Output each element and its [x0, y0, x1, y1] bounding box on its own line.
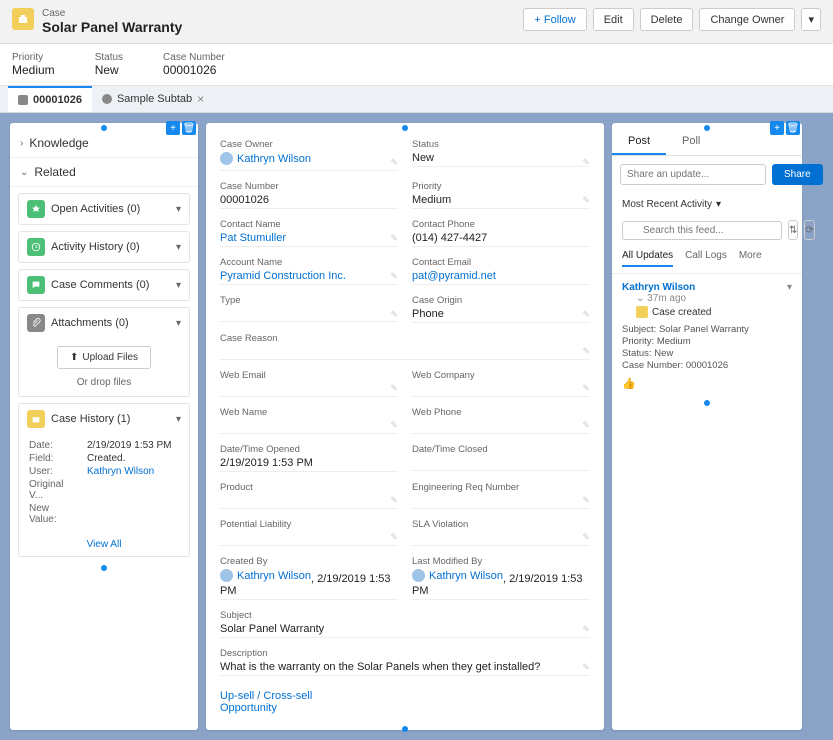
chevron-right-icon: › — [20, 138, 23, 149]
edit-icon[interactable]: ✎ — [582, 495, 590, 506]
left-column: + 🗑 › Knowledge ⌄ Related Open Activitie… — [10, 123, 198, 730]
edit-icon[interactable]: ✎ — [582, 346, 590, 357]
panel-add-button[interactable]: + — [770, 121, 784, 135]
highlights-panel: Priority Medium Status New Case Number 0… — [0, 44, 833, 86]
edit-icon[interactable]: ✎ — [390, 157, 398, 168]
attachment-icon — [27, 314, 45, 332]
view-all-link[interactable]: View All — [19, 533, 189, 556]
activity-icon — [27, 200, 45, 218]
header-actions: + Follow Edit Delete Change Owner ▾ — [523, 8, 821, 31]
feed-column: + 🗑 Post Poll Share Most Recent Activity… — [612, 123, 802, 730]
more-tab[interactable]: More — [739, 250, 762, 267]
feed-item: ▾ Kathryn Wilson ⌄ 37m ago Case created … — [612, 274, 802, 398]
all-updates-tab[interactable]: All Updates — [622, 250, 673, 267]
delete-button[interactable]: Delete — [640, 8, 694, 31]
case-icon — [636, 306, 648, 318]
case-number-label: Case Number — [163, 52, 225, 63]
case-tab-icon — [18, 95, 28, 105]
edit-icon[interactable]: ✎ — [582, 532, 590, 543]
edit-icon[interactable]: ✎ — [582, 157, 590, 168]
opportunity-link[interactable]: Opportunity — [220, 702, 590, 714]
comment-icon — [27, 276, 45, 294]
page-title: Solar Panel Warranty — [42, 19, 182, 35]
chevron-down-icon: ⌄ — [20, 167, 28, 178]
edit-icon[interactable]: ✎ — [582, 624, 590, 635]
status-label: Status — [95, 52, 123, 63]
upsell-link[interactable]: Up-sell / Cross-sell — [220, 690, 590, 702]
follow-button[interactable]: + Follow — [523, 8, 586, 31]
more-actions-button[interactable]: ▾ — [801, 8, 821, 31]
workspace-tabs: 00001026 Sample Subtab × — [0, 86, 833, 113]
contact-link[interactable]: Pat Stumuller — [220, 230, 398, 247]
object-label: Case — [42, 8, 182, 19]
edit-icon[interactable]: ✎ — [390, 420, 398, 431]
panel-delete-button[interactable]: 🗑 — [182, 121, 196, 135]
detail-column: Case OwnerKathryn Wilson✎ StatusNew✎ Cas… — [206, 123, 604, 730]
drop-files-text: Or drop files — [27, 377, 181, 388]
avatar — [220, 569, 233, 582]
history-icon — [27, 238, 45, 256]
attachments-card: Attachments (0) ▾ ⬆ Upload Files Or drop… — [18, 307, 190, 397]
edit-button[interactable]: Edit — [593, 8, 634, 31]
card-menu-button[interactable]: ▾ — [176, 318, 181, 329]
panel-delete-button[interactable]: 🗑 — [786, 121, 800, 135]
card-menu-button[interactable]: ▾ — [176, 242, 181, 253]
edit-icon[interactable]: ✎ — [390, 309, 398, 320]
card-menu-button[interactable]: ▾ — [176, 414, 181, 425]
edit-icon[interactable]: ✎ — [390, 233, 398, 244]
feed-refresh-button[interactable]: ⟳ — [804, 220, 814, 240]
open-activities-card: Open Activities (0) ▾ — [18, 193, 190, 225]
record-header: Case Solar Panel Warranty + Follow Edit … — [0, 0, 833, 44]
case-history-card: Case History (1) ▾ Date:2/19/2019 1:53 P… — [18, 403, 190, 557]
case-icon — [12, 8, 34, 30]
status-value: New — [95, 63, 123, 77]
share-input[interactable] — [620, 164, 766, 185]
poll-tab[interactable]: Poll — [666, 129, 716, 155]
chevron-down-icon: ▾ — [716, 199, 721, 210]
created-by-link[interactable]: Kathryn Wilson — [237, 570, 311, 582]
feed-sort-button[interactable]: ⇅ — [788, 220, 798, 240]
edit-icon[interactable]: ✎ — [582, 383, 590, 394]
owner-link[interactable]: Kathryn Wilson — [237, 153, 311, 165]
history-user-link[interactable]: Kathryn Wilson — [87, 466, 154, 477]
tab-subtab[interactable]: Sample Subtab × — [92, 86, 214, 112]
edit-icon[interactable]: ✎ — [582, 309, 590, 320]
case-number-value: 00001026 — [163, 63, 225, 77]
edit-icon[interactable]: ✎ — [390, 532, 398, 543]
edit-icon[interactable]: ✎ — [582, 195, 590, 206]
feed-search-input[interactable] — [622, 221, 782, 240]
edit-icon[interactable]: ✎ — [582, 662, 590, 673]
like-button[interactable]: 👍 — [622, 377, 792, 390]
tab-primary[interactable]: 00001026 — [8, 86, 92, 112]
email-link[interactable]: pat@pyramid.net — [412, 268, 590, 285]
close-tab-icon[interactable]: × — [197, 92, 204, 106]
upload-icon: ⬆ — [70, 352, 78, 363]
case-comments-card: Case Comments (0) ▾ — [18, 269, 190, 301]
panel-add-button[interactable]: + — [166, 121, 180, 135]
card-menu-button[interactable]: ▾ — [176, 280, 181, 291]
edit-icon[interactable]: ✎ — [390, 495, 398, 506]
share-button[interactable]: Share — [772, 164, 823, 185]
upload-files-button[interactable]: ⬆ Upload Files — [57, 346, 151, 369]
post-tab[interactable]: Post — [612, 129, 666, 155]
activity-history-card: Activity History (0) ▾ — [18, 231, 190, 263]
card-menu-button[interactable]: ▾ — [176, 204, 181, 215]
change-owner-button[interactable]: Change Owner — [699, 8, 795, 31]
edit-icon[interactable]: ✎ — [390, 383, 398, 394]
feed-item-menu[interactable]: ▾ — [787, 282, 792, 293]
avatar — [412, 569, 425, 582]
modified-by-link[interactable]: Kathryn Wilson — [429, 570, 503, 582]
account-link[interactable]: Pyramid Construction Inc. — [220, 268, 398, 285]
feed-user-link[interactable]: Kathryn Wilson — [622, 282, 792, 293]
avatar — [220, 152, 233, 165]
call-logs-tab[interactable]: Call Logs — [685, 250, 727, 267]
priority-label: Priority — [12, 52, 55, 63]
priority-value: Medium — [12, 63, 55, 77]
case-history-icon — [27, 410, 45, 428]
edit-icon[interactable]: ✎ — [582, 420, 590, 431]
subtab-icon — [102, 94, 112, 104]
edit-icon[interactable]: ✎ — [390, 271, 398, 282]
feed-filter[interactable]: Most Recent Activity ▾ — [612, 193, 802, 216]
related-accordion[interactable]: ⌄ Related — [10, 158, 198, 187]
